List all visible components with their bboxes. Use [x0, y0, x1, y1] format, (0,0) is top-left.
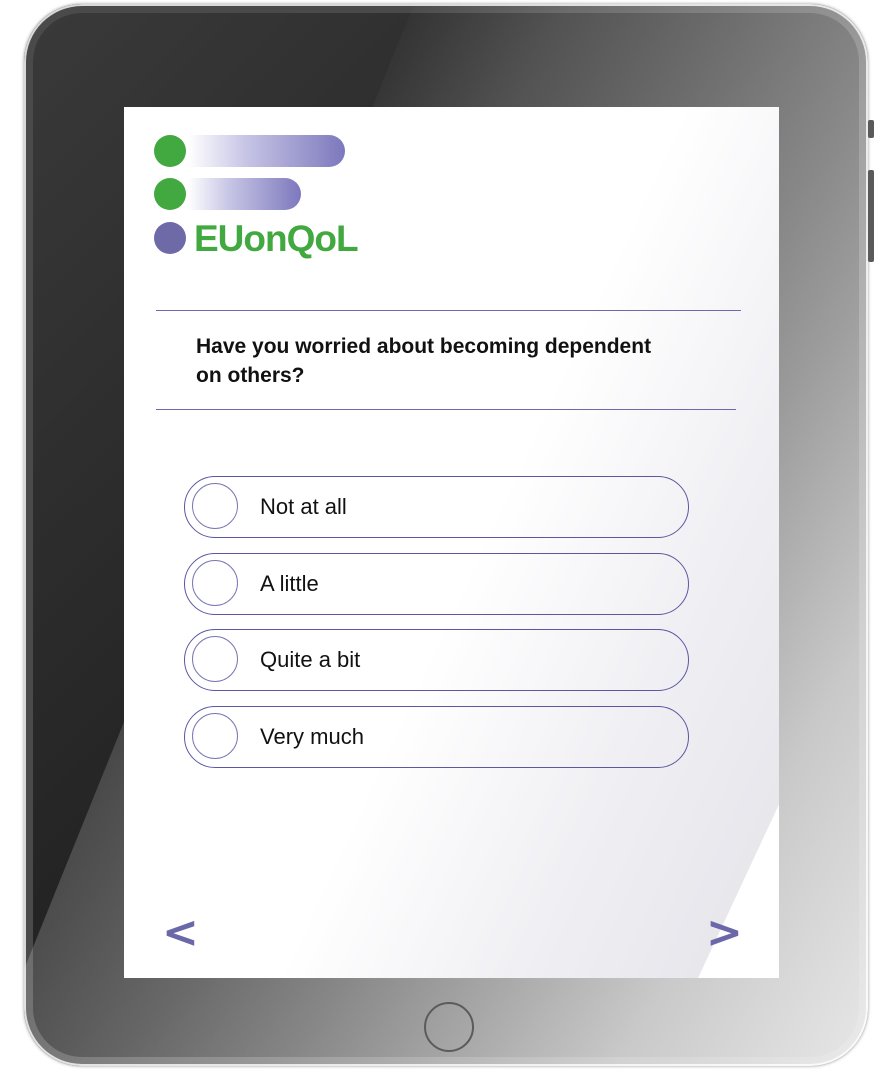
answer-option-label: A little — [260, 571, 319, 596]
logo-green-dot — [154, 178, 186, 210]
screen: EUonQoL Have you worried about becoming … — [124, 107, 779, 978]
chevron-right-icon[interactable]: > — [706, 907, 743, 958]
answer-option-a-little[interactable]: A little — [184, 553, 689, 615]
tablet-side-button — [868, 170, 874, 262]
tablet-side-button — [868, 120, 874, 138]
answer-option-very-much[interactable]: Very much — [184, 706, 689, 768]
answer-option-label: Very much — [260, 724, 364, 749]
divider-bottom — [156, 409, 736, 410]
answer-option-not-at-all[interactable]: Not at all — [184, 476, 689, 538]
next-button[interactable]: > — [706, 907, 743, 959]
logo-text: EUonQoL — [194, 218, 359, 259]
radio-circle-icon[interactable] — [192, 636, 238, 682]
divider-top — [156, 310, 741, 311]
back-button[interactable]: < — [162, 907, 199, 959]
logo-bar-short — [188, 178, 301, 210]
answer-option-label: Quite a bit — [260, 647, 361, 672]
home-button-icon[interactable] — [424, 1002, 474, 1052]
radio-circle-icon[interactable] — [192, 713, 238, 759]
answer-option-label: Not at all — [260, 494, 347, 519]
chevron-left-icon[interactable]: < — [162, 907, 199, 958]
logo-purple-dot — [154, 222, 186, 254]
logo-bar-long — [188, 135, 345, 167]
radio-circle-icon[interactable] — [192, 560, 238, 606]
question-text: Have you worried about becoming dependen… — [196, 335, 652, 387]
radio-circle-icon[interactable] — [192, 483, 238, 529]
answer-option-quite-a-bit[interactable]: Quite a bit — [184, 629, 689, 691]
logo-green-dot — [154, 135, 186, 167]
euonqol-logo: EUonQoL — [154, 135, 359, 265]
